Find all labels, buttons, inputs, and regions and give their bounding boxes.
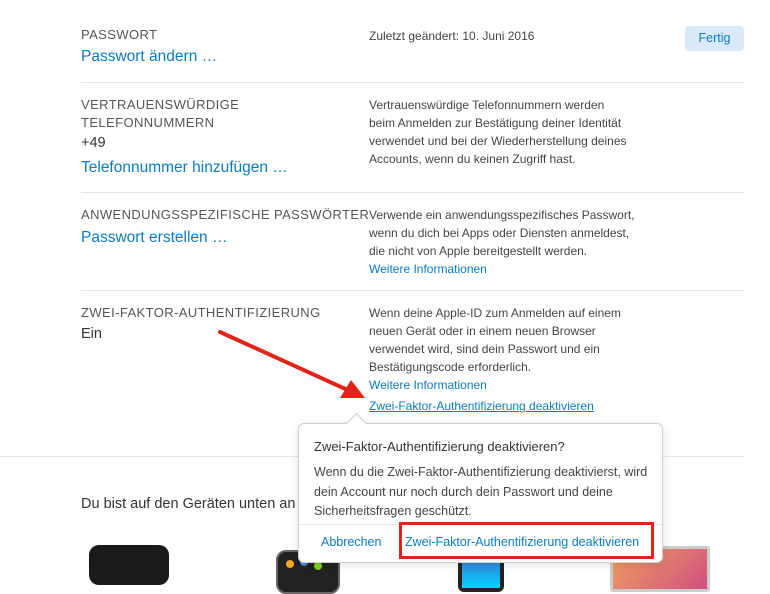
trusted-numbers-title-line2: TELEFONNUMMERN [81,115,215,130]
cancel-button[interactable]: Abbrechen [321,535,381,549]
divider [81,82,744,83]
apple-tv-icon[interactable] [89,545,169,585]
divider [81,192,744,193]
more-info-link[interactable]: Weitere Informationen [369,260,669,278]
app-passwords-title: ANWENDUNGSSPEZIFISCHE PASSWÖRTER [81,207,370,222]
divider [81,290,744,291]
two-factor-title: ZWEI-FAKTOR-AUTHENTIFIZIERUNG [81,305,321,320]
app-passwords-description: Verwende ein anwendungsspezifisches Pass… [369,206,669,278]
create-password-link[interactable]: Passwort erstellen … [81,229,227,247]
change-password-link[interactable]: Passwort ändern … [81,48,217,66]
annotation-highlight-box [399,522,654,559]
done-button[interactable]: Fertig [685,26,744,51]
popover-title: Zwei-Faktor-Authentifizierung deaktivier… [314,439,565,454]
more-info-link[interactable]: Weitere Informationen [369,376,669,394]
deactivate-two-factor-link[interactable]: Zwei-Faktor-Authentifizierung deaktivier… [369,397,669,415]
password-section-title: PASSWORT [81,27,158,42]
popover-body: Wenn du die Zwei-Faktor-Authentifizierun… [314,465,648,518]
trusted-numbers-title-line1: VERTRAUENSWÜRDIGE [81,97,240,112]
popover-nub [345,412,368,435]
password-last-changed: Zuletzt geändert: 10. Juni 2016 [369,29,535,43]
two-factor-status: Ein [81,326,102,342]
trusted-numbers-description: Vertrauenswürdige Telefonnummern werden … [369,98,627,166]
two-factor-description: Wenn deine Apple-ID zum Anmelden auf ein… [369,304,669,415]
trusted-number-value: +49 [81,135,106,151]
devices-heading: Du bist auf den Geräten unten an [81,496,296,512]
annotation-arrow-icon [218,330,365,398]
add-phone-number-link[interactable]: Telefonnummer hinzufügen … [81,159,288,177]
